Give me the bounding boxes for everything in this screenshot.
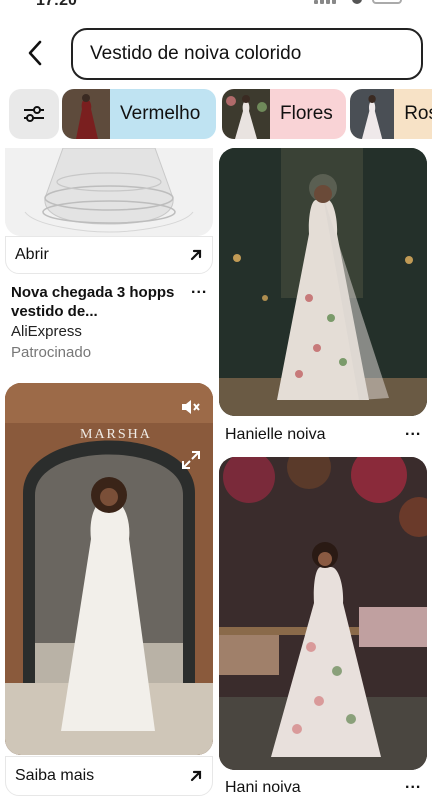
chip-label: Vermelho: [120, 103, 201, 124]
pin-caption-hani[interactable]: Hani noiva: [225, 779, 301, 797]
arrow-up-right-icon: [190, 249, 202, 261]
sliders-icon: [24, 106, 44, 122]
pin-image-hani[interactable]: [219, 457, 427, 770]
battery-icon: [372, 0, 402, 4]
ad-sponsored-label: Patrocinado: [11, 344, 92, 361]
search-query: Vestido de noiva colorido: [90, 43, 302, 64]
chip-rosa[interactable]: Ros: [350, 89, 432, 139]
hoop-skirt-image: [5, 148, 213, 236]
chip-flores[interactable]: Flores: [222, 89, 346, 139]
pin-image-hanielle[interactable]: [219, 148, 427, 416]
bride-photo: [219, 457, 427, 770]
learn-more-button[interactable]: Saiba mais: [5, 756, 213, 796]
search-input[interactable]: Vestido de noiva colorido: [71, 28, 423, 80]
ad-open-label: Abrir: [15, 246, 49, 263]
pin-more-button[interactable]: ...: [405, 775, 421, 793]
arrow-up-right-icon: [190, 770, 202, 782]
ad-more-button[interactable]: ...: [191, 280, 207, 298]
ad-source[interactable]: AliExpress: [11, 323, 82, 340]
pin-more-button[interactable]: ...: [405, 422, 421, 440]
ad-title[interactable]: Nova chegada 3 hopps vestido de...: [11, 283, 187, 321]
speaker-mute-icon: [182, 400, 200, 414]
chip-label: Ros: [404, 103, 432, 124]
chip-thumbnail-image: [350, 89, 395, 139]
status-time: 17:20: [36, 0, 77, 9]
expand-button[interactable]: [181, 450, 201, 470]
chip-thumbnail-image: [62, 89, 110, 139]
learn-more-label: Saiba mais: [15, 767, 95, 784]
status-bar: 17:20: [0, 0, 432, 14]
ad-pin-image[interactable]: [5, 148, 213, 236]
chevron-left-icon: [28, 40, 42, 66]
bride-photo: [219, 148, 427, 416]
signal-icon: [314, 0, 342, 4]
brand-logo: MARSHA: [80, 427, 152, 442]
expand-icon: [182, 451, 200, 469]
wifi-icon: [352, 0, 362, 4]
chip-vermelho[interactable]: Vermelho: [62, 89, 216, 139]
chip-label: Flores: [280, 103, 333, 124]
ad-open-button[interactable]: Abrir: [5, 236, 213, 274]
filter-chip-row: Vermelho Flores Ros: [0, 89, 432, 139]
back-button[interactable]: [20, 38, 50, 68]
chip-thumbnail-image: [222, 89, 270, 139]
pin-caption-hanielle[interactable]: Hanielle noiva: [225, 426, 326, 444]
mute-button[interactable]: [181, 399, 201, 415]
filter-button[interactable]: [9, 89, 59, 139]
